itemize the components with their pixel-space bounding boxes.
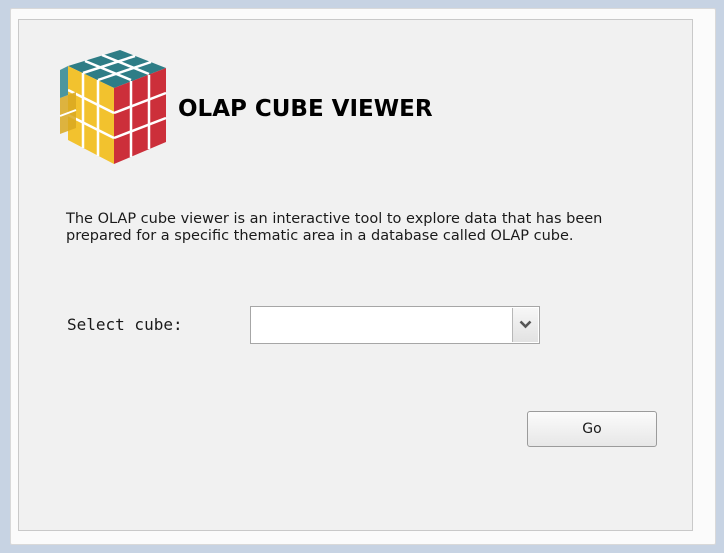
chevron-down-icon: [519, 320, 532, 329]
page-title: OLAP CUBE VIEWER: [178, 96, 433, 122]
description-text: The OLAP cube viewer is an interactive t…: [66, 211, 603, 244]
dropdown-arrow-button[interactable]: [512, 308, 538, 342]
go-button[interactable]: Go: [527, 411, 657, 447]
select-cube-dropdown[interactable]: [250, 306, 540, 344]
select-cube-label: Select cube:: [67, 315, 183, 334]
rubiks-cube-icon: [59, 50, 167, 164]
